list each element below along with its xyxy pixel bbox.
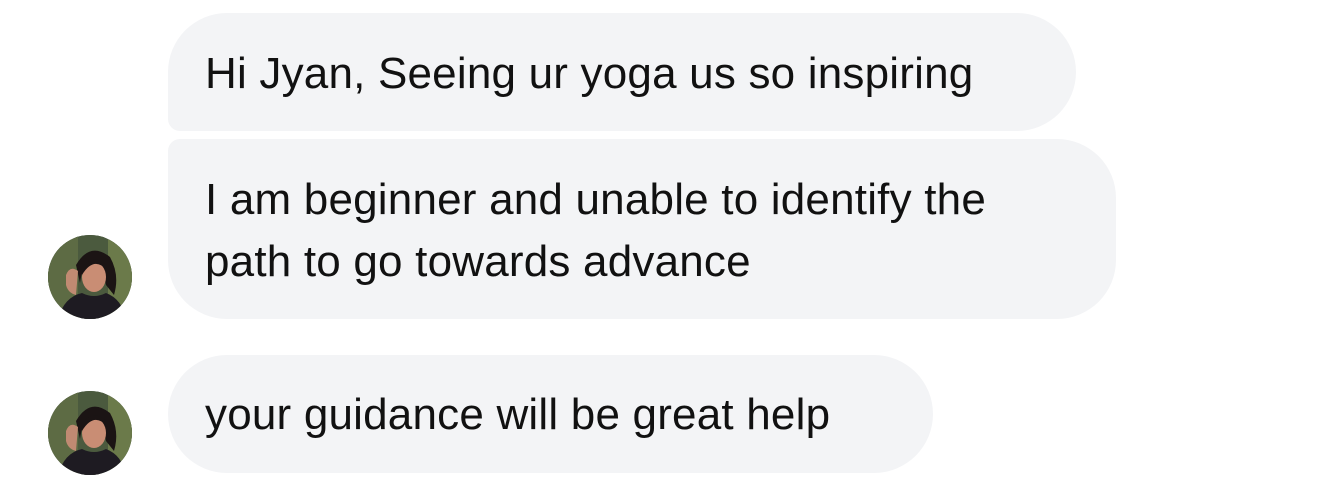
message-bubble[interactable]: I am beginner and unable to identify the… (168, 139, 1116, 319)
message-bubble[interactable]: your guidance will be great help (168, 355, 933, 473)
avatar-photo-icon (48, 391, 132, 475)
sender-avatar[interactable] (48, 391, 132, 475)
avatar-photo-icon (48, 235, 132, 319)
message-bubble[interactable]: Hi Jyan, Seeing ur yoga us so inspiring (168, 13, 1076, 131)
sender-avatar[interactable] (48, 235, 132, 319)
